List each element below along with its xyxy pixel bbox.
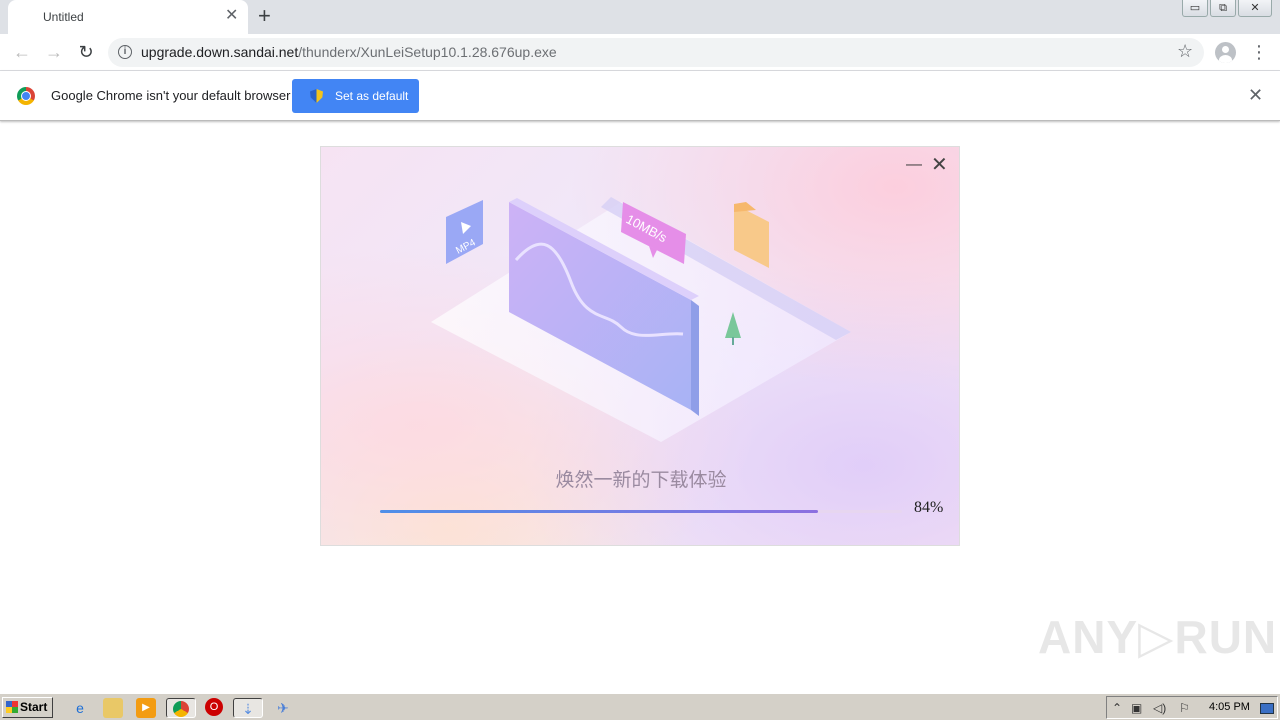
- xunlei-icon[interactable]: ⇣: [233, 698, 263, 718]
- tab-close-icon[interactable]: ✕: [225, 6, 238, 26]
- ie-icon[interactable]: e: [70, 698, 90, 718]
- profile-avatar-icon[interactable]: [1215, 42, 1236, 63]
- network-icon[interactable]: ▣: [1131, 700, 1142, 716]
- windows-taskbar: Start e ▶ O ⇣ ✈ ⌃ ▣ ◁) ⚐ 4:05 PM: [0, 693, 1280, 720]
- site-info-icon[interactable]: i: [118, 45, 132, 59]
- action-center-flag-icon[interactable]: ⚐: [1179, 700, 1190, 716]
- tray-expand-icon[interactable]: ⌃: [1112, 700, 1122, 716]
- uac-shield-icon: [310, 89, 323, 103]
- dialog-minimize-button[interactable]: —: [906, 155, 922, 175]
- address-bar[interactable]: i upgrade.down.sandai.net/thunderx/XunLe…: [108, 38, 1204, 67]
- show-desktop-icon[interactable]: [1260, 703, 1274, 714]
- close-window-button[interactable]: ✕: [1238, 0, 1272, 17]
- minimize-window-button[interactable]: ▭: [1182, 0, 1208, 17]
- set-as-default-button[interactable]: Set as default: [292, 79, 419, 113]
- thunder-bird-icon[interactable]: ✈: [273, 698, 293, 718]
- xunlei-installer-dialog: — ✕ MP4 10MB/s 焕然一新的下载体验 84%: [320, 146, 960, 546]
- url-path: /thunderx/XunLeiSetup10.1.28.676up.exe: [298, 44, 557, 60]
- progress-bar: [380, 510, 902, 513]
- url-domain: upgrade.down.sandai.net: [141, 44, 299, 60]
- chrome-icon: [173, 701, 189, 717]
- dialog-close-button[interactable]: ✕: [931, 154, 948, 176]
- chrome-taskbar-button[interactable]: [166, 698, 196, 718]
- system-tray: ⌃ ▣ ◁) ⚐ 4:05 PM: [1106, 696, 1278, 719]
- download-illustration: MP4 10MB/s: [431, 197, 851, 442]
- bookmark-star-icon[interactable]: ☆: [1177, 41, 1193, 62]
- reload-button[interactable]: ↻: [74, 40, 98, 64]
- anyrun-watermark: ANY▷RUN: [1038, 611, 1278, 663]
- progress-fill: [380, 510, 819, 513]
- folder-icon: [734, 204, 769, 268]
- opera-icon[interactable]: O: [205, 698, 223, 716]
- screen-panel-side: [691, 300, 699, 416]
- volume-icon[interactable]: ◁): [1153, 700, 1166, 716]
- explorer-icon[interactable]: [103, 698, 123, 718]
- set-as-default-label: Set as default: [335, 89, 409, 103]
- tab-strip: Untitled ✕ + ▭ ⧉ ✕: [0, 0, 1280, 34]
- tab-title: Untitled: [43, 10, 84, 24]
- media-player-icon[interactable]: ▶: [136, 698, 156, 718]
- progress-percent: 84%: [914, 499, 944, 516]
- window-controls: ▭ ⧉ ✕: [1182, 0, 1274, 18]
- start-button[interactable]: Start: [2, 697, 53, 718]
- browser-toolbar: ← → ↻ i upgrade.down.sandai.net/thunderx…: [0, 34, 1280, 71]
- chrome-logo-icon: [17, 87, 35, 105]
- installer-tagline: 焕然一新的下载体验: [555, 470, 727, 491]
- folder-tab: [734, 202, 756, 212]
- back-button[interactable]: ←: [10, 40, 34, 64]
- tree-trunk: [732, 337, 734, 345]
- tab-untitled[interactable]: Untitled ✕: [8, 0, 248, 34]
- infobar-close-icon[interactable]: ✕: [1248, 85, 1263, 105]
- new-tab-button[interactable]: +: [258, 4, 271, 28]
- infobar-message: Google Chrome isn't your default browser: [51, 88, 291, 103]
- chrome-menu-icon[interactable]: ⋮: [1250, 40, 1268, 64]
- restore-window-button[interactable]: ⧉: [1210, 0, 1236, 17]
- forward-button[interactable]: →: [42, 40, 66, 64]
- default-browser-infobar: Google Chrome isn't your default browser…: [0, 71, 1280, 121]
- url-text[interactable]: upgrade.down.sandai.net/thunderx/XunLeiS…: [141, 44, 557, 60]
- taskbar-clock[interactable]: 4:05 PM: [1209, 701, 1250, 713]
